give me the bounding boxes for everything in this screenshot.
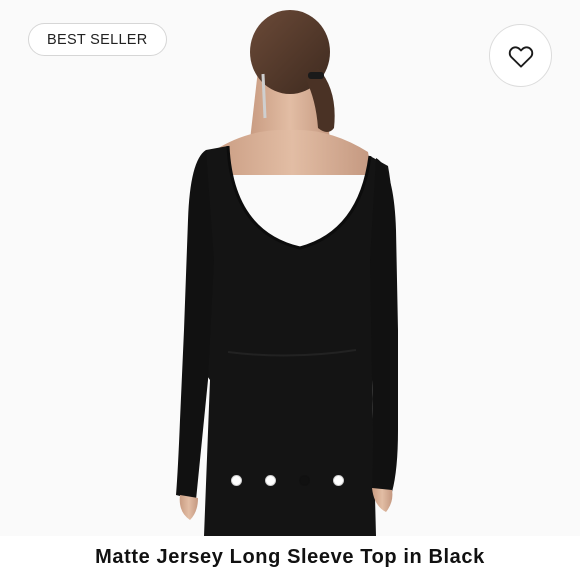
- product-image[interactable]: [0, 0, 580, 536]
- best-seller-badge: BEST SELLER: [28, 23, 167, 56]
- carousel-dot[interactable]: [299, 475, 310, 486]
- favorite-button[interactable]: [489, 24, 552, 87]
- carousel-indicator: [231, 475, 344, 486]
- heart-outline-icon: [508, 45, 533, 68]
- best-seller-label: BEST SELLER: [47, 31, 148, 48]
- carousel-dot[interactable]: [333, 475, 344, 486]
- carousel-dot[interactable]: [265, 475, 276, 486]
- product-title: Matte Jersey Long Sleeve Top in Black: [95, 546, 485, 568]
- product-card: BEST SELLER Matte Jersey Long Sleeve Top…: [0, 0, 580, 580]
- carousel-dot[interactable]: [231, 475, 242, 486]
- model-back-view-illustration: [176, 10, 398, 536]
